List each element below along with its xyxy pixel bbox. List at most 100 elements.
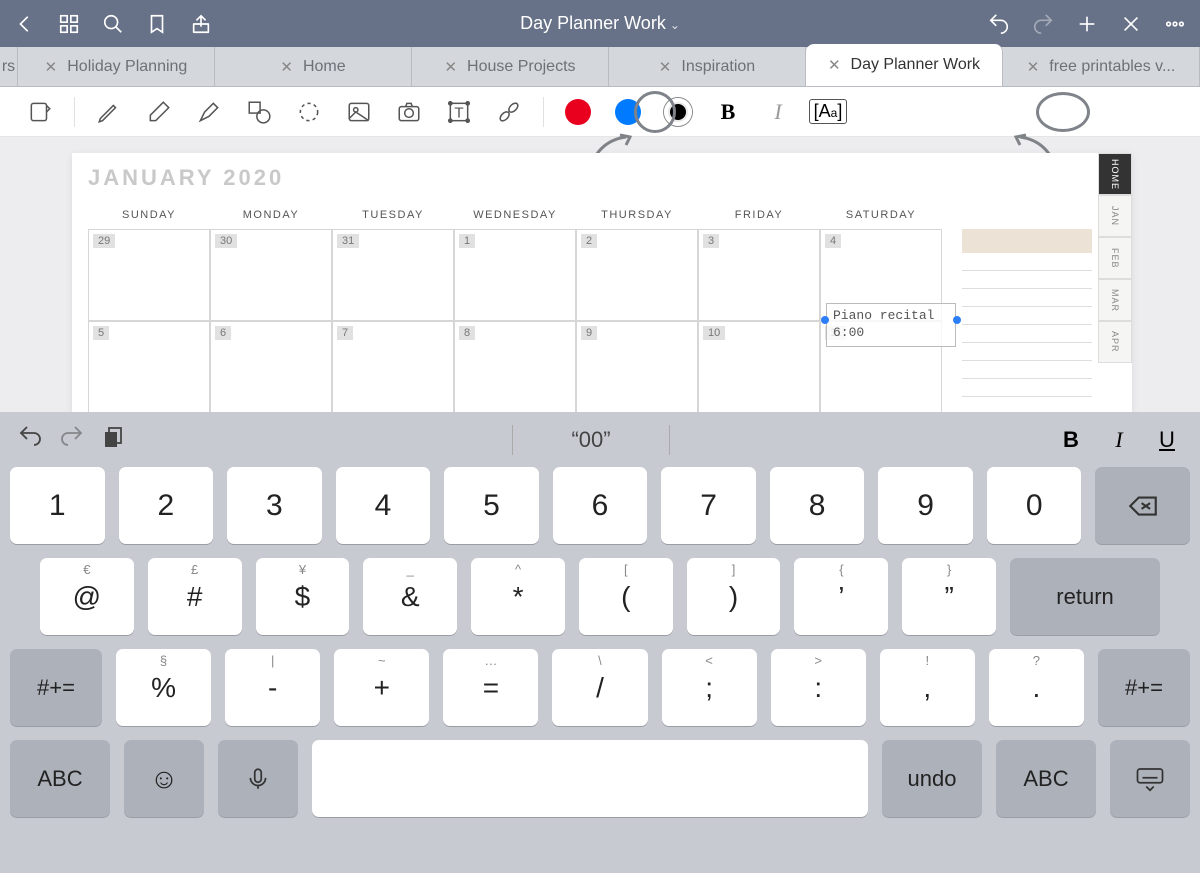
day-cell[interactable]: 31 (332, 229, 454, 321)
back-icon[interactable] (10, 9, 40, 39)
key-0[interactable]: 0 (987, 467, 1082, 544)
day-cell[interactable]: 5 (88, 321, 210, 413)
text-style-button[interactable]: [Aa] (806, 90, 850, 134)
tab-overflow-left[interactable]: rs (0, 47, 18, 86)
search-icon[interactable] (98, 9, 128, 39)
key-2[interactable]: 2 (119, 467, 214, 544)
key-abc-left[interactable]: ABC (10, 740, 110, 817)
resize-handle[interactable] (821, 316, 829, 324)
day-cell[interactable]: 1 (454, 229, 576, 321)
lasso-tool-icon[interactable] (287, 90, 331, 134)
key-4[interactable]: 4 (336, 467, 431, 544)
key-dictation-icon[interactable] (218, 740, 298, 817)
add-icon[interactable] (1072, 9, 1102, 39)
key-space[interactable] (312, 740, 868, 817)
day-cell[interactable]: 9 (576, 321, 698, 413)
link-tool-icon[interactable] (487, 90, 531, 134)
calendar-grid[interactable]: 29 30 31 1 2 3 4 5 6 7 8 9 10 11 (88, 229, 942, 413)
side-tab-apr[interactable]: APR (1098, 321, 1132, 363)
key-backspace[interactable] (1095, 467, 1190, 544)
side-tab-feb[interactable]: FEB (1098, 237, 1132, 279)
redo-icon[interactable] (1028, 9, 1058, 39)
undo-icon[interactable] (984, 9, 1014, 39)
text-box[interactable]: Piano recital6:00 (826, 303, 956, 347)
readonly-tool-icon[interactable] (18, 90, 62, 134)
key-equals[interactable]: …= (443, 649, 538, 726)
document-title[interactable]: Day Planner Work⌄ (216, 13, 984, 34)
bold-toggle[interactable]: B (706, 90, 750, 134)
key-7[interactable]: 7 (661, 467, 756, 544)
planner-page[interactable]: JANUARY 2020 SUNDAYMONDAYTUESDAYWEDNESDA… (72, 153, 1132, 413)
key-1[interactable]: 1 (10, 467, 105, 544)
key-slash[interactable]: \/ (552, 649, 647, 726)
side-tab-mar[interactable]: MAR (1098, 279, 1132, 321)
close-tab-icon[interactable]: ✕ (45, 58, 58, 76)
key-9[interactable]: 9 (878, 467, 973, 544)
shapes-tool-icon[interactable] (237, 90, 281, 134)
key-minus[interactable]: |- (225, 649, 320, 726)
key-quote[interactable]: }” (902, 558, 996, 635)
day-cell[interactable]: 2 (576, 229, 698, 321)
tab-inspiration[interactable]: ✕Inspiration (609, 47, 806, 86)
key-return[interactable]: return (1010, 558, 1160, 635)
tab-house-projects[interactable]: ✕House Projects (412, 47, 609, 86)
share-icon[interactable] (186, 9, 216, 39)
close-tab-icon[interactable]: ✕ (659, 58, 672, 76)
eraser-tool-icon[interactable] (137, 90, 181, 134)
camera-tool-icon[interactable] (387, 90, 431, 134)
suggestion[interactable]: “00” (531, 427, 650, 453)
more-icon[interactable] (1160, 9, 1190, 39)
resize-handle[interactable] (953, 316, 961, 324)
key-comma[interactable]: !, (880, 649, 975, 726)
key-lparen[interactable]: [( (579, 558, 673, 635)
key-undo[interactable]: undo (882, 740, 982, 817)
kbd-bold[interactable]: B (1056, 427, 1086, 453)
bookmark-icon[interactable] (142, 9, 172, 39)
key-at[interactable]: €@ (40, 558, 134, 635)
image-tool-icon[interactable] (337, 90, 381, 134)
key-rparen[interactable]: ]) (687, 558, 781, 635)
key-symbols-right[interactable]: #+= (1098, 649, 1190, 726)
key-hash[interactable]: £# (148, 558, 242, 635)
key-apos[interactable]: {’ (794, 558, 888, 635)
day-cell[interactable]: 8 (454, 321, 576, 413)
close-tab-icon[interactable]: ✕ (828, 56, 841, 74)
key-star[interactable]: ^* (471, 558, 565, 635)
day-cell[interactable]: 10 (698, 321, 820, 413)
key-colon[interactable]: >: (771, 649, 866, 726)
kbd-italic[interactable]: I (1104, 427, 1134, 453)
kbd-undo-icon[interactable] (18, 425, 42, 454)
close-icon[interactable] (1116, 9, 1146, 39)
key-symbols[interactable]: #+= (10, 649, 102, 726)
close-tab-icon[interactable]: ✕ (444, 58, 457, 76)
day-cell[interactable]: 7 (332, 321, 454, 413)
day-cell[interactable]: 3 (698, 229, 820, 321)
key-5[interactable]: 5 (444, 467, 539, 544)
key-3[interactable]: 3 (227, 467, 322, 544)
key-abc-right[interactable]: ABC (996, 740, 1096, 817)
key-plus[interactable]: ~+ (334, 649, 429, 726)
pen-tool-icon[interactable] (87, 90, 131, 134)
kbd-redo-icon[interactable] (60, 425, 84, 454)
italic-toggle[interactable]: I (756, 90, 800, 134)
text-tool-icon[interactable]: T (437, 90, 481, 134)
side-tab-home[interactable]: HOME (1098, 153, 1132, 195)
kbd-underline[interactable]: U (1152, 427, 1182, 453)
key-8[interactable]: 8 (770, 467, 865, 544)
highlighter-tool-icon[interactable] (187, 90, 231, 134)
day-cell[interactable]: 6 (210, 321, 332, 413)
close-tab-icon[interactable]: ✕ (280, 58, 293, 76)
tab-day-planner[interactable]: ✕Day Planner Work (806, 44, 1003, 86)
key-semi[interactable]: <; (662, 649, 757, 726)
color-blue[interactable] (606, 90, 650, 134)
side-tab-jan[interactable]: JAN (1098, 195, 1132, 237)
document-canvas[interactable]: TYPE TOOL CUSTOMIZE JANUARY 2020 SUNDAYM… (0, 137, 1200, 412)
day-cell[interactable]: 30 (210, 229, 332, 321)
tab-holiday[interactable]: ✕Holiday Planning (18, 47, 215, 86)
tab-printables[interactable]: ✕free printables v... (1003, 47, 1200, 86)
day-cell[interactable]: 29 (88, 229, 210, 321)
key-6[interactable]: 6 (553, 467, 648, 544)
key-period[interactable]: ?. (989, 649, 1084, 726)
key-emoji[interactable]: ☺ (124, 740, 204, 817)
kbd-clipboard-icon[interactable] (102, 425, 126, 454)
